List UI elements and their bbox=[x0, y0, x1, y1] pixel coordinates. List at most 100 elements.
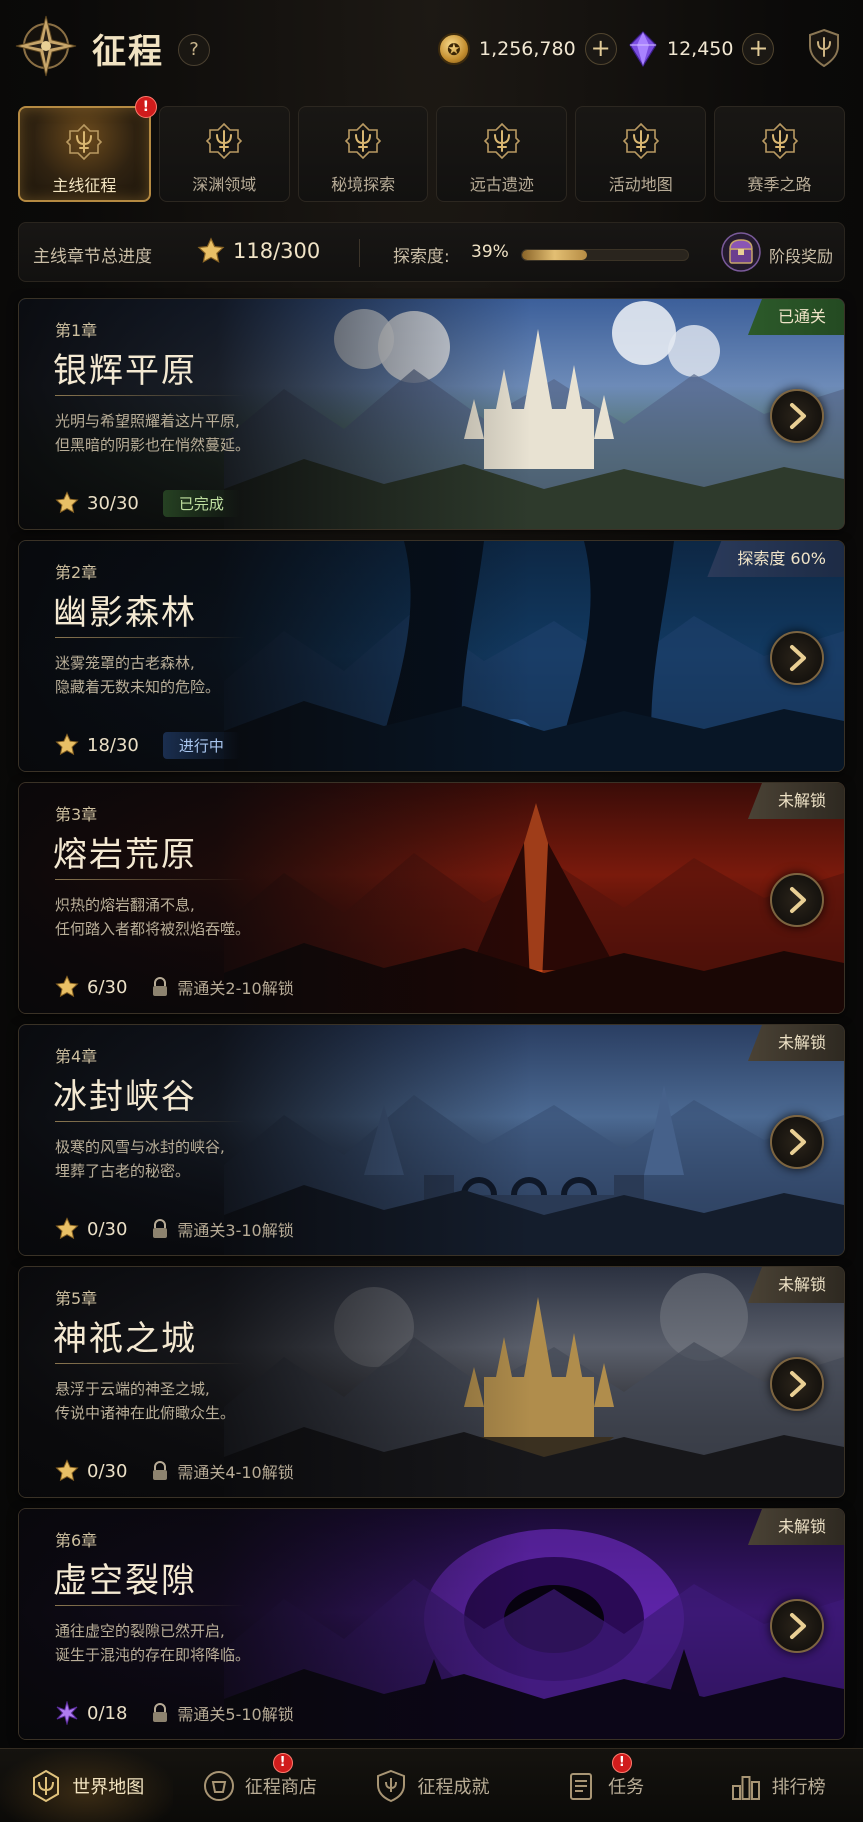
chevron-right-icon bbox=[772, 1117, 822, 1167]
chapter-description: 炽热的熔岩翻涌不息, 任何踏入者都将被烈焰吞噬。 bbox=[55, 893, 285, 941]
nav-leaderboard[interactable]: 排行榜 bbox=[690, 1749, 863, 1822]
chapter-description: 通往虚空的裂隙已然开启, 诞生于混沌的存在即将降临。 bbox=[55, 1619, 285, 1667]
chapter-title: 熔岩荒原 bbox=[53, 835, 197, 875]
alert-badge: ! bbox=[134, 96, 157, 118]
stage-reward-label[interactable]: 阶段奖励 bbox=[769, 243, 833, 267]
chapter-footer: 0/18 需通关5-10解锁 bbox=[55, 1699, 294, 1727]
chapter-description-line: 炽热的熔岩翻涌不息, bbox=[55, 896, 195, 914]
chapter-divider bbox=[55, 879, 245, 880]
chapter-description-line: 传说中诸神在此俯瞰众生。 bbox=[55, 1404, 236, 1422]
chapter-corner-tag: 探索度 60% bbox=[707, 541, 844, 577]
enter-chapter-button[interactable] bbox=[770, 631, 824, 685]
chapter-card[interactable]: 第1章 银辉平原 光明与希望照耀着这片平原, 但黑暗的阴影也在悄然蔓延。 30/30 已完… bbox=[18, 298, 845, 530]
star-icon bbox=[55, 1459, 79, 1483]
chapter-description-line: 埋葬了古老的秘密。 bbox=[55, 1162, 191, 1180]
unlock-requirement: 需通关2-10解锁 bbox=[151, 975, 294, 999]
chapter-description-line: 极寒的风雪与冰封的峡谷, bbox=[55, 1138, 225, 1156]
tab-label: 赛季之路 bbox=[747, 175, 812, 194]
chapter-number: 第4章 bbox=[55, 1047, 98, 1066]
chapter-card[interactable]: 第3章 熔岩荒原 炽热的熔岩翻涌不息, 任何踏入者都将被烈焰吞噬。 6/30 需通关2-1… bbox=[18, 782, 845, 1014]
chapter-card[interactable]: 第4章冰封峡谷极寒的风雪与冰封的峡谷, 埋葬了古老的秘密。 0/30 需通关3-10解… bbox=[18, 1024, 845, 1256]
unlock-requirement-text: 需通关4-10解锁 bbox=[177, 1463, 294, 1482]
explore-value: 39% bbox=[471, 242, 509, 262]
chapter-description: 光明与希望照耀着这片平原, 但黑暗的阴影也在悄然蔓延。 bbox=[55, 409, 285, 457]
unlock-requirement: 需通关4-10解锁 bbox=[151, 1459, 294, 1483]
tab-ancient-ruins[interactable]: 远古遗迹 bbox=[436, 106, 568, 202]
realm-emblem-icon bbox=[343, 121, 383, 161]
bottom-nav: 世界地图 征程商店 ! 征程成就 任务 ! 排行榜 bbox=[0, 1748, 863, 1822]
chapter-corner-tag: 已通关 bbox=[747, 299, 844, 335]
mode-tabs: 主线征程 ! 深渊领域 秘境探索 远古遗迹 活动地图 赛季之路 bbox=[18, 96, 845, 202]
nav-world-map[interactable]: 世界地图 bbox=[0, 1749, 173, 1822]
chapter-card[interactable]: 第2章 幽影森林 迷雾笼罩的古老森林, 隐藏着无数未知的危险。 18/30 进行中 探索度 … bbox=[18, 540, 845, 772]
enter-chapter-button[interactable] bbox=[770, 1115, 824, 1169]
chapter-description-line: 通往虚空的裂隙已然开启, bbox=[55, 1622, 225, 1640]
tab-label: 深渊领域 bbox=[192, 175, 257, 194]
chapter-footer: 18/30 进行中 bbox=[55, 731, 240, 759]
chapter-card[interactable]: 第5章 神祇之城 悬浮于云端的神圣之城, 传说中诸神在此俯瞰众生。 0/30 需通关4-1… bbox=[18, 1266, 845, 1498]
lock-icon bbox=[151, 1461, 169, 1481]
chapter-description-line: 但黑暗的阴影也在悄然蔓延。 bbox=[55, 436, 251, 454]
chapter-description: 迷雾笼罩的古老森林, 隐藏着无数未知的危险。 bbox=[55, 651, 285, 699]
divider bbox=[359, 239, 360, 267]
add-gold-button[interactable]: + bbox=[584, 33, 617, 65]
purple-gem-icon bbox=[629, 31, 657, 67]
help-button[interactable]: ? bbox=[178, 34, 210, 66]
chapter-star-count: 18/30 bbox=[87, 734, 139, 756]
enter-chapter-button[interactable] bbox=[770, 1357, 824, 1411]
shop-icon bbox=[203, 1770, 234, 1801]
chapter-title: 冰封峡谷 bbox=[53, 1077, 197, 1117]
chapter-star-count: 30/30 bbox=[87, 492, 139, 514]
chapter-corner-tag: 未解锁 bbox=[747, 1025, 844, 1061]
chapter-footer: 0/30 需通关3-10解锁 bbox=[55, 1215, 294, 1243]
progress-label: 主线章节总进度 bbox=[33, 247, 152, 267]
lock-icon bbox=[151, 1703, 169, 1723]
trident-emblem-icon bbox=[64, 122, 104, 162]
chevron-right-icon bbox=[772, 1359, 822, 1409]
chapter-corner-tag: 未解锁 bbox=[747, 783, 844, 819]
lock-icon bbox=[151, 977, 169, 997]
chapter-divider bbox=[55, 1363, 245, 1364]
ruins-emblem-icon bbox=[482, 121, 522, 161]
chapter-status-badge: 进行中 bbox=[162, 731, 240, 759]
gold-currency: ✪ 1,256,780 + bbox=[438, 30, 617, 68]
unlock-requirement-text: 需通关2-10解锁 bbox=[177, 979, 294, 998]
tab-secret-realm[interactable]: 秘境探索 bbox=[297, 106, 429, 202]
chapter-description-line: 悬浮于云端的神圣之城, bbox=[55, 1380, 210, 1398]
season-emblem-icon bbox=[760, 121, 800, 161]
star-icon bbox=[55, 491, 79, 515]
tab-season-road[interactable]: 赛季之路 bbox=[714, 106, 845, 202]
chapter-description-line: 任何踏入者都将被烈焰吞噬。 bbox=[55, 920, 251, 938]
nav-label: 征程商店 bbox=[244, 1776, 317, 1798]
gem-amount: 12,450 bbox=[667, 38, 734, 60]
enter-chapter-button[interactable] bbox=[770, 873, 824, 927]
page-title: 征程 bbox=[92, 32, 164, 72]
nav-label: 排行榜 bbox=[771, 1776, 826, 1798]
tab-event-map[interactable]: 活动地图 bbox=[575, 106, 707, 202]
chapter-description: 悬浮于云端的神圣之城, 传说中诸神在此俯瞰众生。 bbox=[55, 1377, 285, 1425]
chapter-description-line: 迷雾笼罩的古老森林, bbox=[55, 654, 195, 672]
star-total: 118/300 bbox=[233, 239, 321, 263]
tab-abyss-domain[interactable]: 深渊领域 bbox=[158, 106, 290, 202]
chapter-title: 虚空裂隙 bbox=[53, 1561, 197, 1601]
compass-emblem-icon bbox=[15, 15, 77, 77]
tab-main-journey[interactable]: 主线征程 ! bbox=[18, 96, 157, 202]
tab-label: 主线征程 bbox=[52, 176, 117, 195]
treasure-chest-icon[interactable] bbox=[721, 231, 761, 273]
unlock-requirement-text: 需通关5-10解锁 bbox=[177, 1705, 294, 1724]
enter-chapter-button[interactable] bbox=[770, 389, 824, 443]
add-gem-button[interactable]: + bbox=[742, 33, 775, 65]
chapter-title: 银辉平原 bbox=[53, 351, 197, 391]
lock-icon bbox=[151, 1219, 169, 1239]
quest-scroll-icon bbox=[570, 1772, 593, 1800]
enter-chapter-button[interactable] bbox=[770, 1599, 824, 1653]
nav-label: 世界地图 bbox=[72, 1776, 145, 1798]
nav-journey-shop[interactable]: 征程商店 ! bbox=[173, 1749, 346, 1822]
chapter-card[interactable]: 第6章 虚空裂隙 通往虚空的裂隙已然开启, 诞生于混沌的存在即将降临。 0/18 需通关5… bbox=[18, 1508, 845, 1740]
chapter-divider bbox=[55, 1121, 245, 1122]
gem-currency: 12,450 + bbox=[628, 30, 775, 68]
chevron-right-icon bbox=[772, 633, 822, 683]
nav-quests[interactable]: 任务 ! bbox=[518, 1749, 691, 1822]
shield-emblem-icon[interactable] bbox=[804, 28, 844, 68]
nav-journey-achievement[interactable]: 征程成就 bbox=[345, 1749, 518, 1822]
